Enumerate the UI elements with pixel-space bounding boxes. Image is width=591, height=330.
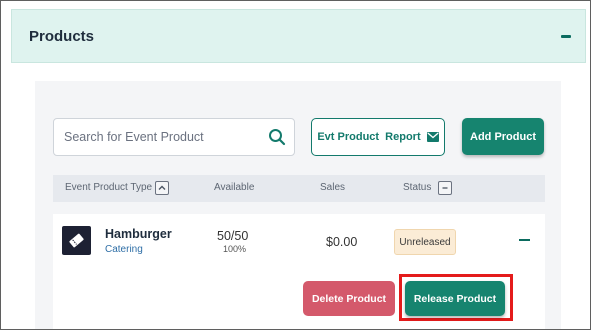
delete-product-button[interactable]: Delete Product	[303, 281, 395, 316]
column-header-type: Event Product Type	[65, 182, 153, 193]
available-count: 50/50	[217, 229, 249, 243]
products-section-header[interactable]: Products	[11, 9, 586, 63]
product-category: Catering	[105, 244, 143, 255]
release-product-button[interactable]: Release Product	[405, 281, 505, 316]
search-icon[interactable]	[268, 128, 286, 146]
section-title: Products	[29, 28, 95, 45]
chevron-up-icon[interactable]	[155, 181, 169, 195]
column-header-available: Available	[214, 182, 255, 193]
add-product-button[interactable]: Add Product	[462, 118, 544, 155]
app-frame: Products Evt Product Report Add Product …	[0, 0, 591, 330]
status-badge: Unreleased	[394, 229, 456, 255]
column-header-status: Status	[403, 182, 432, 193]
evt-product-report-button[interactable]: Evt Product Report	[311, 118, 445, 156]
available-percent: 100%	[223, 244, 247, 254]
product-name[interactable]: Hamburger	[105, 227, 172, 241]
search-box[interactable]	[53, 118, 295, 156]
row-collapse-icon[interactable]	[519, 239, 530, 241]
minus-icon[interactable]	[438, 181, 452, 195]
ticket-icon	[69, 233, 84, 248]
product-thumbnail	[62, 226, 91, 255]
report-button-label: Evt Product Report	[317, 131, 421, 143]
envelope-icon	[426, 132, 439, 142]
table-header: Event Product Type Available Sales Statu…	[53, 175, 545, 202]
sales-value: $0.00	[326, 235, 358, 249]
search-input[interactable]	[64, 119, 254, 155]
column-header-sales: Sales	[320, 182, 346, 193]
section-collapse-icon[interactable]	[561, 35, 571, 38]
